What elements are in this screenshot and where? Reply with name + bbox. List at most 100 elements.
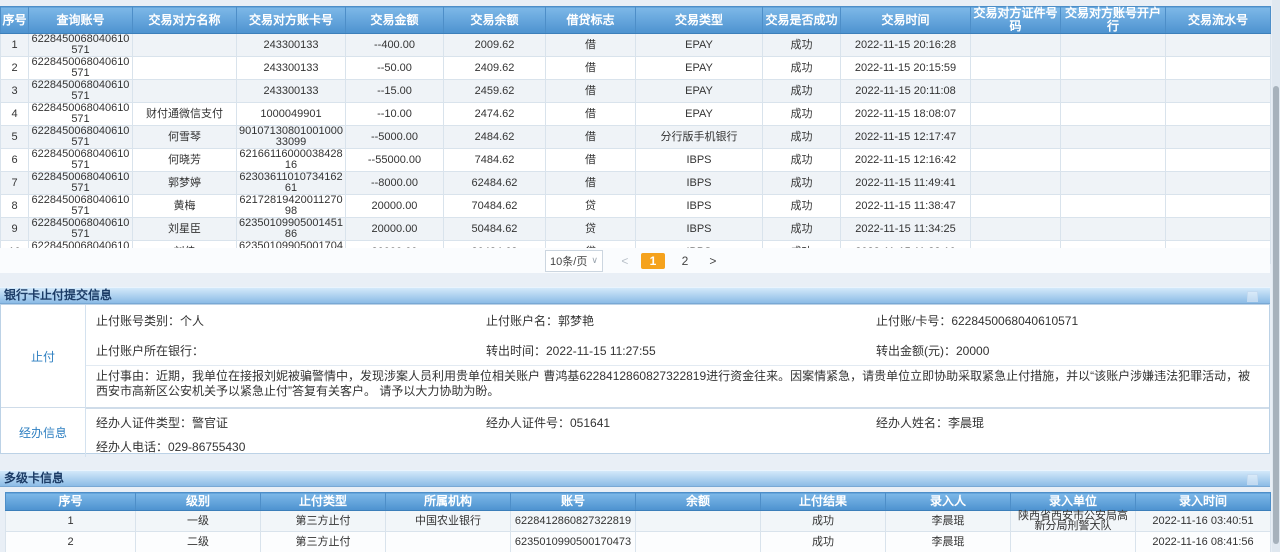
table-cell: [1061, 172, 1166, 195]
table-row[interactable]: 26228450068040610571243300133--50.002409…: [1, 57, 1271, 80]
table-cell: 何雪琴: [133, 126, 237, 149]
column-header: 交易对方证件号码: [971, 7, 1061, 34]
prev-page-button[interactable]: <: [617, 253, 633, 269]
collapse-icon[interactable]: [1247, 474, 1258, 485]
column-header: 序号: [6, 493, 136, 511]
table-cell: 2: [1, 57, 29, 80]
table-cell: 第三方止付: [261, 511, 386, 532]
column-header: 录入人: [886, 493, 1011, 511]
table-cell: --400.00: [346, 34, 444, 57]
table-cell: 2009.62: [444, 34, 546, 57]
table-cell: 243300133: [237, 34, 346, 57]
table-row[interactable]: 86228450068040610571黄梅621728194200112709…: [1, 195, 1271, 218]
table-cell: 中国农业银行: [386, 511, 511, 532]
table-cell: 2022-11-15 11:34:25: [841, 218, 971, 241]
page-button-1[interactable]: 1: [641, 253, 665, 269]
page-size-select[interactable]: 10条/页 ∨: [545, 250, 603, 272]
multi-card-section-title: 多级卡信息: [4, 471, 64, 485]
table-cell: 6235010990500145186: [237, 218, 346, 241]
table-cell: [1166, 195, 1271, 218]
pagination-bar: 10条/页 ∨ < 1 2 >: [0, 248, 1270, 273]
table-cell: EPAY: [636, 80, 763, 103]
table-cell: 9010713080100100033099: [237, 126, 346, 149]
table-row[interactable]: 76228450068040610571郭梦婷62303611010734162…: [1, 172, 1271, 195]
table-cell: 243300133: [237, 80, 346, 103]
column-header: 交易对方名称: [133, 7, 237, 34]
table-cell: 成功: [761, 532, 886, 552]
scrollbar-thumb[interactable]: [1273, 86, 1279, 544]
table-cell: 6228450068040610571: [29, 80, 133, 103]
column-header: 交易余额: [444, 7, 546, 34]
table-cell: 5: [1, 126, 29, 149]
table-cell: 6228450068040610571: [29, 57, 133, 80]
table-row[interactable]: 56228450068040610571何雪琴90107130801001000…: [1, 126, 1271, 149]
table-cell: [971, 34, 1061, 57]
table-cell: 2022-11-15 18:08:07: [841, 103, 971, 126]
table-cell: EPAY: [636, 34, 763, 57]
table-row[interactable]: 1一级第三方止付中国农业银行6228412860827322819成功李晨琨陕西…: [6, 511, 1271, 532]
column-header: 级别: [136, 493, 261, 511]
agent-group-fields: 经办人证件类型：警官证 经办人证件号：051641 经办人姓名：李晨琨 经办人电…: [86, 408, 1269, 457]
table-cell: [1061, 149, 1166, 172]
table-cell: 6235010990500170473: [511, 532, 636, 552]
table-cell: 2409.62: [444, 57, 546, 80]
table-cell: [1011, 532, 1136, 552]
table-cell: 6228450068040610571: [29, 149, 133, 172]
table-cell: 陕西省西安市公安局高新分局刑警大队: [1011, 511, 1136, 532]
column-header: 所属机构: [386, 493, 511, 511]
table-row[interactable]: 2二级第三方止付6235010990500170473成功李晨琨2022-11-…: [6, 532, 1271, 552]
table-cell: 2022-11-15 11:49:41: [841, 172, 971, 195]
table-row[interactable]: 96228450068040610571刘星臣62350109905001451…: [1, 218, 1271, 241]
table-row[interactable]: 46228450068040610571财付通微信支付1000049901--1…: [1, 103, 1271, 126]
agent-group-label: 经办信息: [1, 408, 86, 457]
table-cell: 成功: [761, 511, 886, 532]
next-page-button[interactable]: >: [705, 253, 721, 269]
table-cell: 70484.62: [444, 195, 546, 218]
multi-card-table: 序号级别止付类型所属机构账号余额止付结果录入人录入单位录入时间1一级第三方止付中…: [5, 492, 1271, 552]
stop-info-section-header: 银行卡止付提交信息: [0, 287, 1270, 304]
table-row[interactable]: 66228450068040610571何晓芳62166116000038428…: [1, 149, 1271, 172]
multi-card-section-header: 多级卡信息: [0, 470, 1270, 487]
chevron-down-icon: ∨: [591, 255, 598, 266]
table-cell: [971, 126, 1061, 149]
table-cell: 2022-11-15 20:15:59: [841, 57, 971, 80]
field-transfer-amount: 转出金额(元)：20000: [876, 342, 1269, 359]
table-cell: 20000.00: [346, 195, 444, 218]
table-cell: 借: [546, 80, 636, 103]
table-cell: [1166, 103, 1271, 126]
table-cell: 6230361101073416261: [237, 172, 346, 195]
table-cell: 1000049901: [237, 103, 346, 126]
table-cell: --55000.00: [346, 149, 444, 172]
table-cell: 财付通微信支付: [133, 103, 237, 126]
table-cell: 成功: [763, 149, 841, 172]
transactions-table: 序号查询账号交易对方名称交易对方账卡号交易金额交易余额借贷标志交易类型交易是否成…: [0, 6, 1271, 264]
vertical-scrollbar[interactable]: [1272, 0, 1280, 552]
transactions-table-wrap: 序号查询账号交易对方名称交易对方账卡号交易金额交易余额借贷标志交易类型交易是否成…: [0, 6, 1271, 264]
column-header: 交易对方账卡号: [237, 7, 346, 34]
page-button-2[interactable]: 2: [673, 253, 697, 269]
table-cell: 50484.62: [444, 218, 546, 241]
field-agent-name: 经办人姓名：李晨琨: [876, 414, 1269, 431]
table-cell: 6216611600003842816: [237, 149, 346, 172]
table-row[interactable]: 36228450068040610571243300133--15.002459…: [1, 80, 1271, 103]
table-cell: [1061, 126, 1166, 149]
table-cell: 借: [546, 172, 636, 195]
column-header: 序号: [1, 7, 29, 34]
table-cell: [1061, 57, 1166, 80]
table-cell: 2022-11-15 12:16:42: [841, 149, 971, 172]
column-header: 借贷标志: [546, 7, 636, 34]
table-cell: 分行版手机银行: [636, 126, 763, 149]
table-cell: [1166, 126, 1271, 149]
table-cell: [386, 532, 511, 552]
table-row[interactable]: 16228450068040610571243300133--400.00200…: [1, 34, 1271, 57]
column-header: 余额: [636, 493, 761, 511]
table-cell: [1061, 103, 1166, 126]
table-cell: EPAY: [636, 103, 763, 126]
table-cell: [1166, 172, 1271, 195]
table-cell: 黄梅: [133, 195, 237, 218]
table-cell: 6217281942001127098: [237, 195, 346, 218]
column-header: 止付类型: [261, 493, 386, 511]
collapse-icon[interactable]: [1247, 291, 1258, 302]
table-cell: 9: [1, 218, 29, 241]
table-cell: 6228450068040610571: [29, 103, 133, 126]
